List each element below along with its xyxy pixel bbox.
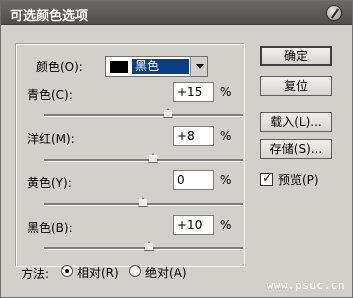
- magenta-value-input[interactable]: +8: [173, 126, 214, 146]
- black-swatch-icon: [110, 61, 128, 73]
- yellow-percent: %: [220, 173, 232, 187]
- cyan-label: 青色(C):: [27, 88, 73, 102]
- watermark: www.psuc.cn: [266, 279, 345, 292]
- close-icon[interactable]: [326, 5, 342, 21]
- black-percent: %: [220, 218, 232, 232]
- color-adjustment-group: 颜色(O): 黑色 青色(C): +15 % 洋红(M): +8 % 黄色(Y)…: [15, 43, 245, 267]
- method-label: 方法:: [21, 267, 50, 281]
- load-button[interactable]: 载入(L)...: [260, 112, 332, 132]
- selected-color-text: 黑色: [132, 59, 189, 74]
- cyan-slider-track[interactable]: [44, 108, 243, 118]
- yellow-value-input[interactable]: 0: [173, 170, 214, 190]
- relative-label[interactable]: 相对(R): [77, 264, 119, 281]
- magenta-label: 洋红(M):: [27, 132, 75, 146]
- magenta-percent: %: [220, 129, 232, 143]
- dialog-client-area: 颜色(O): 黑色 青色(C): +15 % 洋红(M): +8 % 黄色(Y)…: [1, 26, 352, 297]
- yellow-slider-thumb[interactable]: [138, 197, 148, 207]
- yellow-label: 黄色(Y):: [27, 176, 72, 190]
- relative-radio[interactable]: [61, 265, 73, 277]
- black-label: 黑色(B):: [27, 221, 73, 235]
- reset-button[interactable]: 复位: [260, 76, 332, 96]
- ok-button[interactable]: 确定: [260, 46, 332, 66]
- save-button[interactable]: 存储(S)...: [260, 139, 332, 159]
- cyan-slider-thumb[interactable]: [163, 108, 173, 118]
- cyan-value-input[interactable]: +15: [173, 82, 214, 102]
- preview-label[interactable]: 预览(P): [278, 171, 319, 188]
- chevron-down-icon[interactable]: [190, 57, 207, 76]
- magenta-slider-track[interactable]: [44, 153, 243, 163]
- magenta-slider-thumb[interactable]: [148, 153, 158, 163]
- black-value-input[interactable]: +10: [173, 215, 214, 235]
- selective-color-dialog: 可选颜色选项 颜色(O): 黑色 青色(C): +15 % 洋红(M): +8 …: [0, 0, 353, 298]
- black-slider-track[interactable]: [44, 241, 243, 251]
- title-bar: 可选颜色选项: [1, 1, 352, 25]
- color-select[interactable]: 黑色: [105, 56, 208, 77]
- absolute-radio[interactable]: [129, 265, 141, 277]
- preview-checkbox[interactable]: [260, 171, 273, 186]
- absolute-label[interactable]: 绝对(A): [145, 264, 187, 281]
- dialog-title: 可选颜色选项: [10, 9, 89, 24]
- cyan-percent: %: [220, 85, 232, 99]
- black-slider-thumb[interactable]: [144, 241, 154, 251]
- yellow-slider-track[interactable]: [44, 197, 243, 207]
- colors-label: 颜色(O):: [36, 60, 83, 74]
